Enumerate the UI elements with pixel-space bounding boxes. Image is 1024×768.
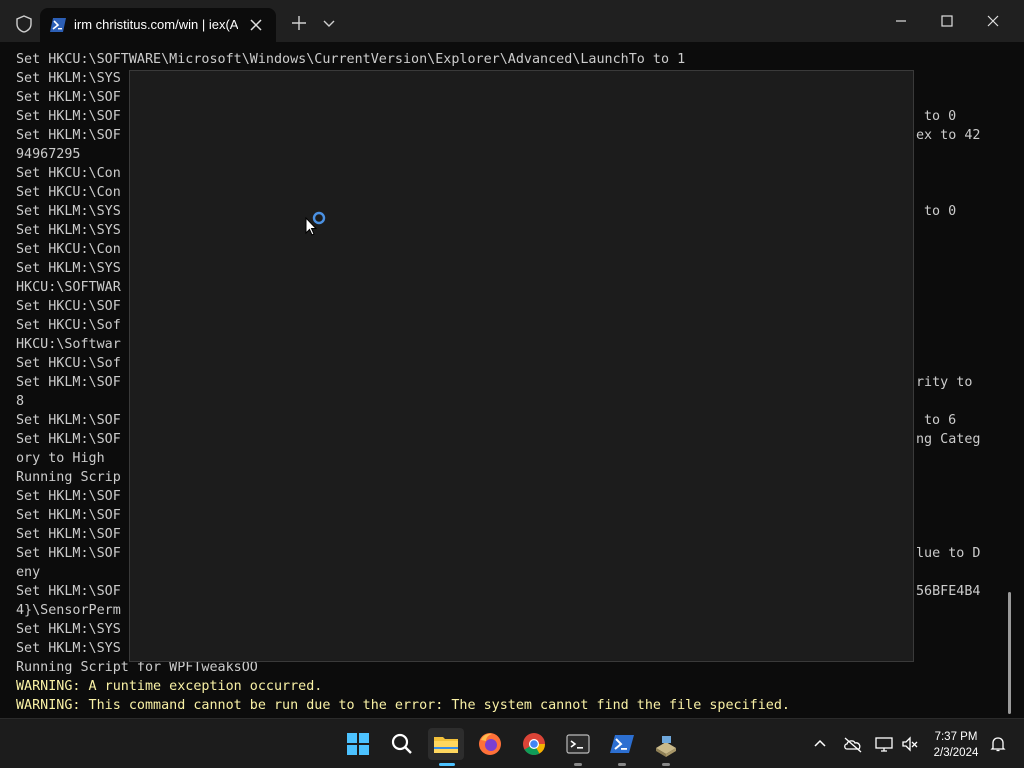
terminal-line: Set HKLM:\SOF bbox=[16, 584, 121, 599]
chevron-up-icon[interactable] bbox=[810, 734, 830, 754]
maximize-icon[interactable] bbox=[932, 8, 962, 34]
warning-line: WARNING: This command cannot be run due … bbox=[16, 698, 790, 713]
terminal-line: Set HKCU:\Con bbox=[16, 242, 121, 257]
shield-icon[interactable] bbox=[14, 14, 34, 34]
terminal-line: Running Scrip bbox=[16, 470, 121, 485]
terminal-line: Set HKLM:\SOF bbox=[16, 432, 121, 447]
tab-powershell[interactable]: irm christitus.com/win | iex(Ad bbox=[40, 8, 276, 42]
scrollbar[interactable] bbox=[1010, 42, 1024, 718]
terminal-line: Set HKLM:\SOF bbox=[16, 375, 121, 390]
close-tab-icon[interactable] bbox=[246, 15, 266, 35]
app-icon[interactable] bbox=[650, 728, 682, 760]
file-explorer-button[interactable] bbox=[428, 728, 464, 760]
onedrive-off-icon[interactable] bbox=[842, 734, 864, 754]
terminal-fragment: to 6 bbox=[924, 413, 957, 428]
notification-bell-icon[interactable] bbox=[988, 734, 1008, 754]
tab-title: irm christitus.com/win | iex(Ad bbox=[74, 17, 238, 32]
taskbar: 7:37 PM 2/3/2024 bbox=[0, 718, 1024, 768]
terminal-line: Set HKLM:\SYS bbox=[16, 641, 121, 656]
minimize-icon[interactable] bbox=[886, 8, 916, 34]
running-indicator bbox=[618, 763, 626, 766]
terminal-line: Set HKCU:\SOFTWARE\Microsoft\Windows\Cur… bbox=[16, 52, 686, 67]
terminal-line: Set HKLM:\SOF bbox=[16, 413, 121, 428]
scrollbar-thumb[interactable] bbox=[1008, 592, 1011, 714]
powershell-icon[interactable] bbox=[606, 728, 638, 760]
terminal-line: Set HKCU:\Con bbox=[16, 166, 121, 181]
new-tab-icon[interactable] bbox=[288, 12, 310, 34]
terminal-fragment: ng Categ bbox=[916, 432, 981, 447]
windows-start-icon[interactable] bbox=[342, 728, 374, 760]
terminal-line: HKCU:\SOFTWAR bbox=[16, 280, 121, 295]
close-window-icon[interactable] bbox=[978, 8, 1008, 34]
chrome-icon[interactable] bbox=[518, 728, 550, 760]
terminal-line: 8 bbox=[16, 394, 25, 409]
terminal-line: Set HKCU:\Sof bbox=[16, 356, 121, 371]
clock[interactable]: 7:37 PM 2/3/2024 bbox=[930, 729, 982, 761]
terminal-line: Set HKLM:\SOF bbox=[16, 128, 121, 143]
network-icon[interactable] bbox=[874, 734, 894, 754]
terminal-line: eny bbox=[16, 565, 41, 580]
chevron-down-icon[interactable] bbox=[320, 14, 338, 32]
folder-icon bbox=[434, 737, 458, 753]
terminal-fragment: lue to D bbox=[916, 546, 981, 561]
terminal-line: 94967295 bbox=[16, 147, 81, 162]
terminal-line: Set HKCU:\SOF bbox=[16, 299, 121, 314]
terminal-line: Set HKLM:\SOF bbox=[16, 508, 121, 523]
firefox-icon[interactable] bbox=[474, 728, 506, 760]
warning-line: WARNING: A runtime exception occurred. bbox=[16, 679, 323, 694]
terminal-line: Set HKLM:\SYS bbox=[16, 622, 121, 637]
terminal-line: Set HKLM:\SYS bbox=[16, 223, 121, 238]
powershell-icon bbox=[50, 18, 66, 32]
terminal-line: Set HKLM:\SYS bbox=[16, 204, 121, 219]
terminal-line: Set HKLM:\SYS bbox=[16, 71, 121, 86]
loading-window[interactable] bbox=[129, 70, 914, 662]
terminal-line: Set HKLM:\SOF bbox=[16, 527, 121, 542]
terminal-line: Set HKLM:\SYS bbox=[16, 261, 121, 276]
clock-time: 7:37 PM bbox=[934, 731, 978, 743]
terminal-line: Set HKCU:\Sof bbox=[16, 318, 121, 333]
running-indicator bbox=[662, 763, 670, 766]
terminal-line: Set HKLM:\SOF bbox=[16, 109, 121, 124]
terminal-fragment: 56BFE4B4 bbox=[916, 584, 981, 599]
mouse-pointer-icon bbox=[305, 217, 317, 236]
terminal-fragment: to 0 bbox=[924, 109, 957, 124]
terminal-line: Set HKCU:\Con bbox=[16, 185, 121, 200]
running-indicator bbox=[574, 763, 582, 766]
terminal-icon[interactable] bbox=[562, 728, 594, 760]
search-icon[interactable] bbox=[386, 728, 418, 760]
terminal-line: ory to High bbox=[16, 451, 105, 466]
terminal-line: HKCU:\Softwar bbox=[16, 337, 121, 352]
terminal-line: 4}\SensorPerm bbox=[16, 603, 121, 618]
terminal-line: Set HKLM:\SOF bbox=[16, 90, 121, 105]
terminal-fragment: rity to bbox=[916, 375, 973, 390]
title-bar: irm christitus.com/win | iex(Ad bbox=[0, 0, 1024, 42]
active-indicator bbox=[439, 763, 455, 766]
clock-date: 2/3/2024 bbox=[933, 747, 979, 759]
terminal-fragment: to 0 bbox=[924, 204, 957, 219]
terminal-line: Set HKLM:\SOF bbox=[16, 489, 121, 504]
terminal-fragment: ex to 42 bbox=[916, 128, 981, 143]
volume-muted-icon[interactable] bbox=[900, 734, 920, 754]
terminal-line: Set HKLM:\SOF bbox=[16, 546, 121, 561]
